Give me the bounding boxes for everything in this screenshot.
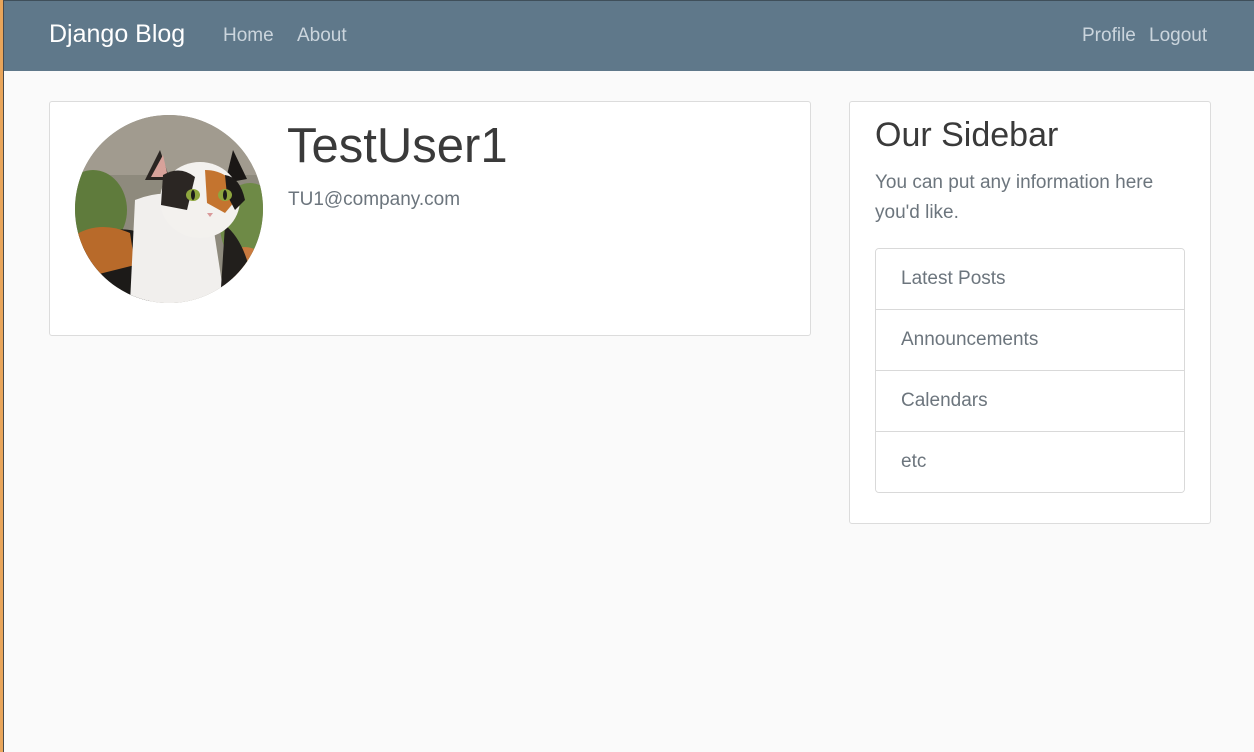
brand-link[interactable]: Django Blog [49, 20, 185, 49]
top-navbar: Django Blog Home About Profile Logout [4, 0, 1254, 71]
sidebar-item-latest-posts[interactable]: Latest Posts [876, 249, 1184, 310]
sidebar-item-calendars[interactable]: Calendars [876, 371, 1184, 432]
nav-about-link[interactable]: About [297, 25, 347, 47]
profile-username: TestUser1 [287, 119, 508, 173]
sidebar-list: Latest Posts Announcements Calendars etc [875, 248, 1185, 493]
profile-card: TestUser1 TU1@company.com [49, 101, 811, 336]
cat-photo-icon [75, 115, 263, 303]
sidebar-description: You can put any information here you'd l… [875, 172, 1154, 223]
sidebar-title: Our Sidebar [875, 116, 1059, 154]
profile-email: TU1@company.com [288, 189, 461, 210]
avatar [75, 115, 263, 303]
sidebar-item-announcements[interactable]: Announcements [876, 310, 1184, 371]
sidebar-card: Our Sidebar You can put any information … [849, 101, 1211, 524]
nav-logout-link[interactable]: Logout [1149, 25, 1207, 47]
nav-home-link[interactable]: Home [223, 25, 274, 47]
nav-profile-link[interactable]: Profile [1082, 25, 1136, 47]
sidebar-item-etc[interactable]: etc [876, 432, 1184, 492]
window-left-edge [0, 0, 4, 752]
